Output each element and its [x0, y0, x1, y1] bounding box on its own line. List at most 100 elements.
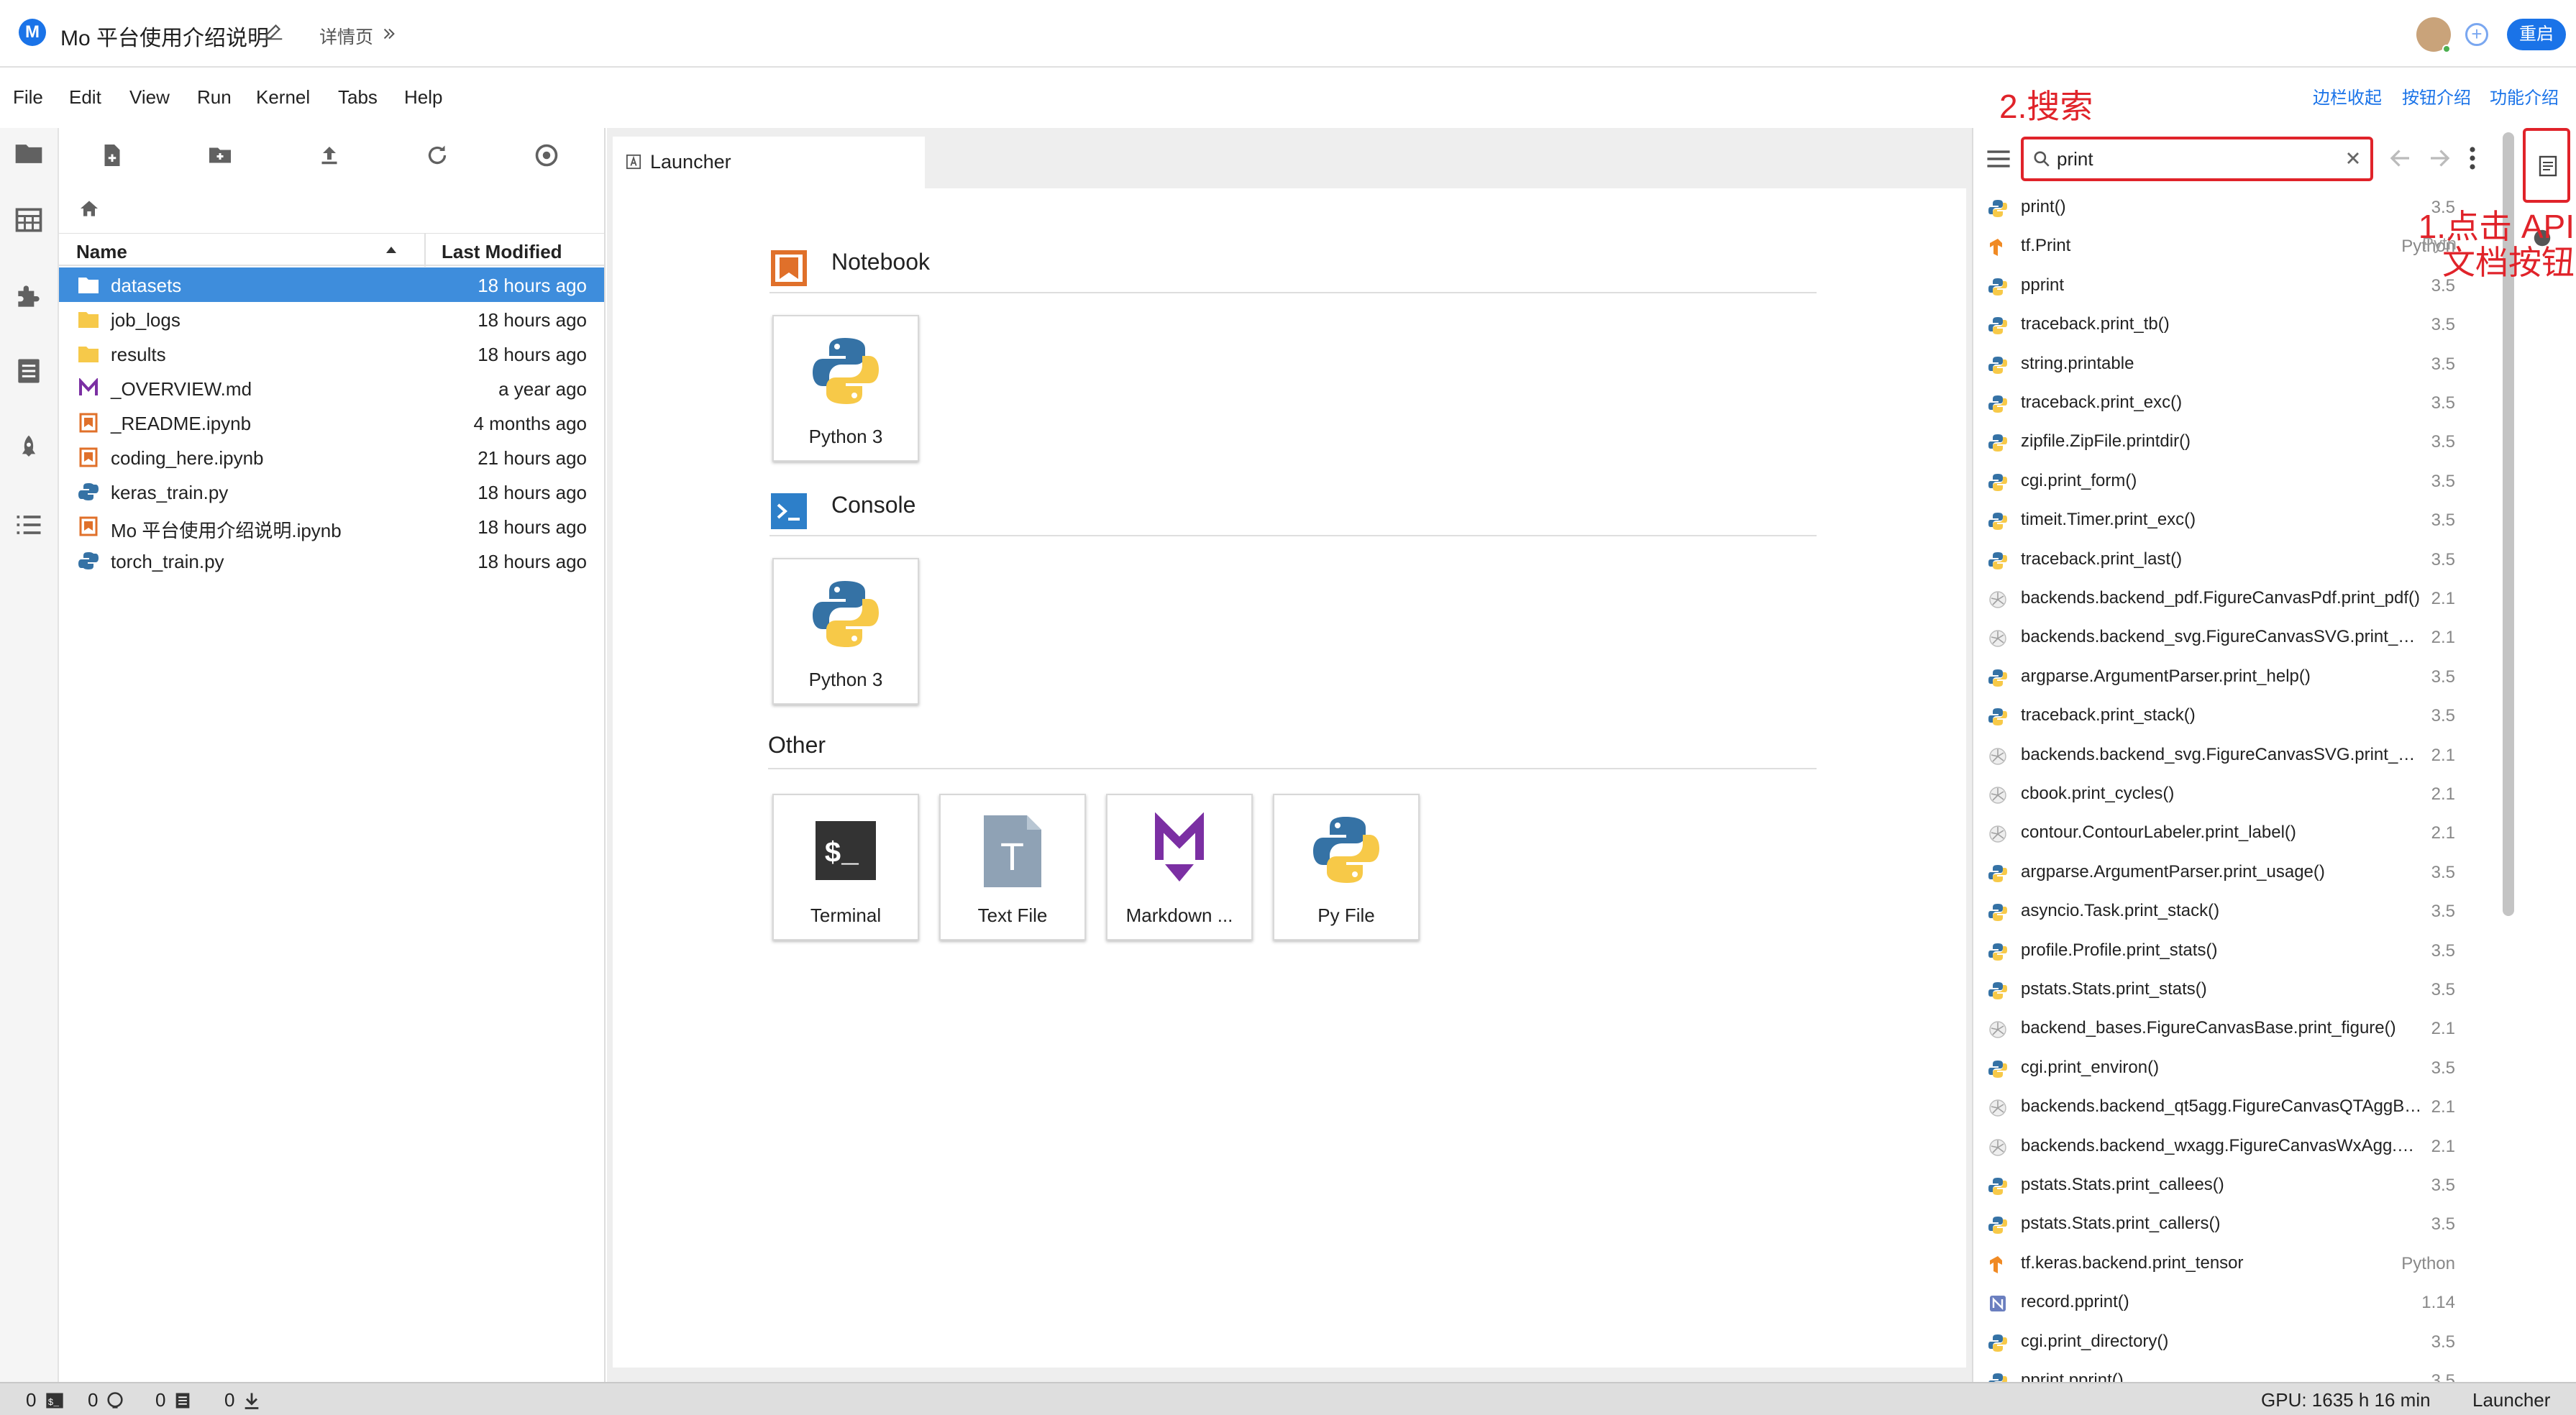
sort-ascending-icon[interactable] — [384, 244, 398, 255]
file-row[interactable]: coding_here.ipynb 21 hours ago — [59, 440, 604, 475]
column-last-modified-header[interactable]: Last Modified — [442, 241, 562, 263]
extension-puzzle-icon[interactable] — [13, 280, 45, 312]
menu-tabs[interactable]: Tabs — [338, 86, 378, 109]
download-count[interactable]: 0 — [224, 1389, 234, 1411]
api-result-row[interactable]: traceback.print_stack() 3.5 — [1973, 697, 2468, 736]
list-doc-icon[interactable] — [173, 1391, 193, 1411]
file-row[interactable]: _OVERVIEW.md a year ago — [59, 371, 604, 406]
restart-button[interactable]: 重启 — [2507, 19, 2566, 50]
column-name-header[interactable]: Name — [76, 241, 127, 263]
console-count[interactable]: 0 — [155, 1389, 165, 1411]
file-row[interactable]: results 18 hours ago — [59, 336, 604, 371]
file-row[interactable]: torch_train.py 18 hours ago — [59, 544, 604, 578]
menu-help[interactable]: Help — [404, 86, 442, 109]
home-icon[interactable] — [78, 197, 101, 220]
api-doc-button[interactable] — [2523, 128, 2570, 203]
terminal-icon[interactable]: $_ — [45, 1391, 65, 1411]
menu-view[interactable]: View — [129, 86, 170, 109]
api-result-row[interactable]: print() 3.5 — [1973, 188, 2468, 227]
menu-run[interactable]: Run — [197, 86, 232, 109]
api-result-name: tf.Print — [2021, 236, 2071, 256]
text-file-card[interactable]: T Text File — [939, 794, 1086, 940]
upload-icon[interactable] — [316, 142, 342, 168]
add-circle-icon[interactable]: + — [2465, 23, 2488, 46]
file-row[interactable]: Mo 平台使用介绍说明.ipynb 18 hours ago — [59, 509, 604, 544]
kernel-icon[interactable] — [105, 1391, 125, 1411]
file-row[interactable]: _README.ipynb 4 months ago — [59, 406, 604, 440]
python-icon — [1988, 1372, 2008, 1382]
more-vertical-icon[interactable] — [2465, 145, 2480, 171]
button-intro-link[interactable]: 按钮介绍 — [2402, 83, 2471, 109]
api-result-row[interactable]: tf.Print Python — [1973, 227, 2468, 266]
download-icon[interactable] — [242, 1391, 262, 1411]
arrow-left-icon[interactable] — [2388, 145, 2413, 171]
file-row[interactable]: job_logs 18 hours ago — [59, 302, 604, 336]
kernel-count[interactable]: 0 — [88, 1389, 98, 1411]
notebook-python3-card[interactable]: Python 3 — [772, 315, 919, 462]
api-result-row[interactable]: tf.keras.backend.print_tensor Python — [1973, 1245, 2468, 1283]
api-result-row[interactable]: pstats.Stats.print_callers() 3.5 — [1973, 1205, 2468, 1244]
api-result-row[interactable]: traceback.print_exc() 3.5 — [1973, 384, 2468, 423]
api-result-row[interactable]: argparse.ArgumentParser.print_help() 3.5 — [1973, 658, 2468, 697]
terminal-card[interactable]: $_ Terminal — [772, 794, 919, 940]
menu-kernel[interactable]: Kernel — [256, 86, 310, 109]
table-of-contents-icon[interactable] — [13, 509, 45, 541]
api-result-row[interactable]: pprint 3.5 — [1973, 267, 2468, 306]
api-result-row[interactable]: argparse.ArgumentParser.print_usage() 3.5 — [1973, 853, 2468, 892]
list-doc-icon[interactable] — [13, 355, 45, 387]
folder-icon[interactable] — [13, 138, 45, 170]
api-result-row[interactable]: record.pprint() 1.14 — [1973, 1283, 2468, 1322]
api-result-row[interactable]: cgi.print_environ() 3.5 — [1973, 1049, 2468, 1088]
api-result-row[interactable]: traceback.print_last() 3.5 — [1973, 541, 2468, 580]
terminal-count[interactable]: 0 — [26, 1389, 36, 1411]
api-result-row[interactable]: backend_bases.FigureCanvasBase.print_fig… — [1973, 1009, 2468, 1048]
new-file-icon[interactable] — [99, 142, 125, 168]
git-sync-icon[interactable] — [534, 142, 559, 168]
markdown-file-card[interactable]: Markdown ... — [1106, 794, 1253, 940]
menu-file[interactable]: File — [13, 86, 43, 109]
api-result-row[interactable]: traceback.print_tb() 3.5 — [1973, 306, 2468, 344]
launcher-icon — [626, 154, 641, 170]
api-result-row[interactable]: profile.Profile.print_stats() 3.5 — [1973, 932, 2468, 971]
api-result-row[interactable]: asyncio.Task.print_stack() 3.5 — [1973, 892, 2468, 931]
py-file-card[interactable]: Py File — [1273, 794, 1420, 940]
api-result-row[interactable]: backends.backend_pdf.FigureCanvasPdf.pri… — [1973, 580, 2468, 618]
hamburger-menu-icon[interactable] — [1986, 148, 2011, 170]
api-result-row[interactable]: cbook.print_cycles() 2.1 — [1973, 775, 2468, 814]
table-icon[interactable] — [13, 204, 45, 236]
arrow-right-icon[interactable] — [2426, 145, 2452, 171]
file-row[interactable]: datasets 18 hours ago — [59, 267, 604, 302]
refresh-icon[interactable] — [424, 142, 450, 168]
file-modified: 18 hours ago — [478, 344, 587, 365]
api-result-row[interactable]: backends.backend_svg.FigureCanvasSVG.pri… — [1973, 618, 2468, 657]
api-result-row[interactable]: backends.backend_wxagg.FigureCanvasWxAgg… — [1973, 1127, 2468, 1166]
file-row[interactable]: keras_train.py 18 hours ago — [59, 475, 604, 509]
api-search-input[interactable] — [2057, 145, 2330, 173]
api-result-row[interactable]: pstats.Stats.print_stats() 3.5 — [1973, 971, 2468, 1009]
api-result-row[interactable]: contour.ContourLabeler.print_label() 2.1 — [1973, 814, 2468, 853]
python-icon — [1988, 707, 2008, 727]
close-icon[interactable] — [2343, 148, 2363, 168]
double-chevron-right-icon[interactable] — [381, 26, 397, 42]
feature-intro-link[interactable]: 功能介绍 — [2490, 83, 2559, 109]
api-result-row[interactable]: string.printable 3.5 — [1973, 345, 2468, 384]
api-result-row[interactable]: pstats.Stats.print_callees() 3.5 — [1973, 1166, 2468, 1205]
app-logo[interactable]: M — [19, 19, 46, 46]
menu-edit[interactable]: Edit — [69, 86, 101, 109]
column-divider[interactable] — [424, 234, 426, 267]
tab-launcher[interactable]: Launcher — [613, 137, 925, 188]
rocket-icon[interactable] — [13, 433, 45, 464]
new-folder-icon[interactable] — [207, 142, 233, 168]
collapse-sidebar-link[interactable]: 边栏收起 — [2313, 83, 2382, 109]
edit-icon[interactable] — [263, 20, 285, 42]
api-result-row[interactable]: pprint.pprint() 3.5 — [1973, 1362, 2468, 1382]
api-result-row[interactable]: timeit.Timer.print_exc() 3.5 — [1973, 501, 2468, 540]
console-python3-card[interactable]: Python 3 — [772, 558, 919, 705]
detail-page-link[interactable]: 详情页 — [319, 23, 373, 49]
api-result-row[interactable]: backends.backend_qt5agg.FigureCanvasQTAg… — [1973, 1088, 2468, 1127]
api-result-row[interactable]: cgi.print_directory() 3.5 — [1973, 1323, 2468, 1362]
api-result-row[interactable]: cgi.print_form() 3.5 — [1973, 462, 2468, 501]
api-result-version: 3.5 — [2431, 667, 2455, 687]
api-result-row[interactable]: backends.backend_svg.FigureCanvasSVG.pri… — [1973, 736, 2468, 775]
api-result-row[interactable]: zipfile.ZipFile.printdir() 3.5 — [1973, 423, 2468, 462]
